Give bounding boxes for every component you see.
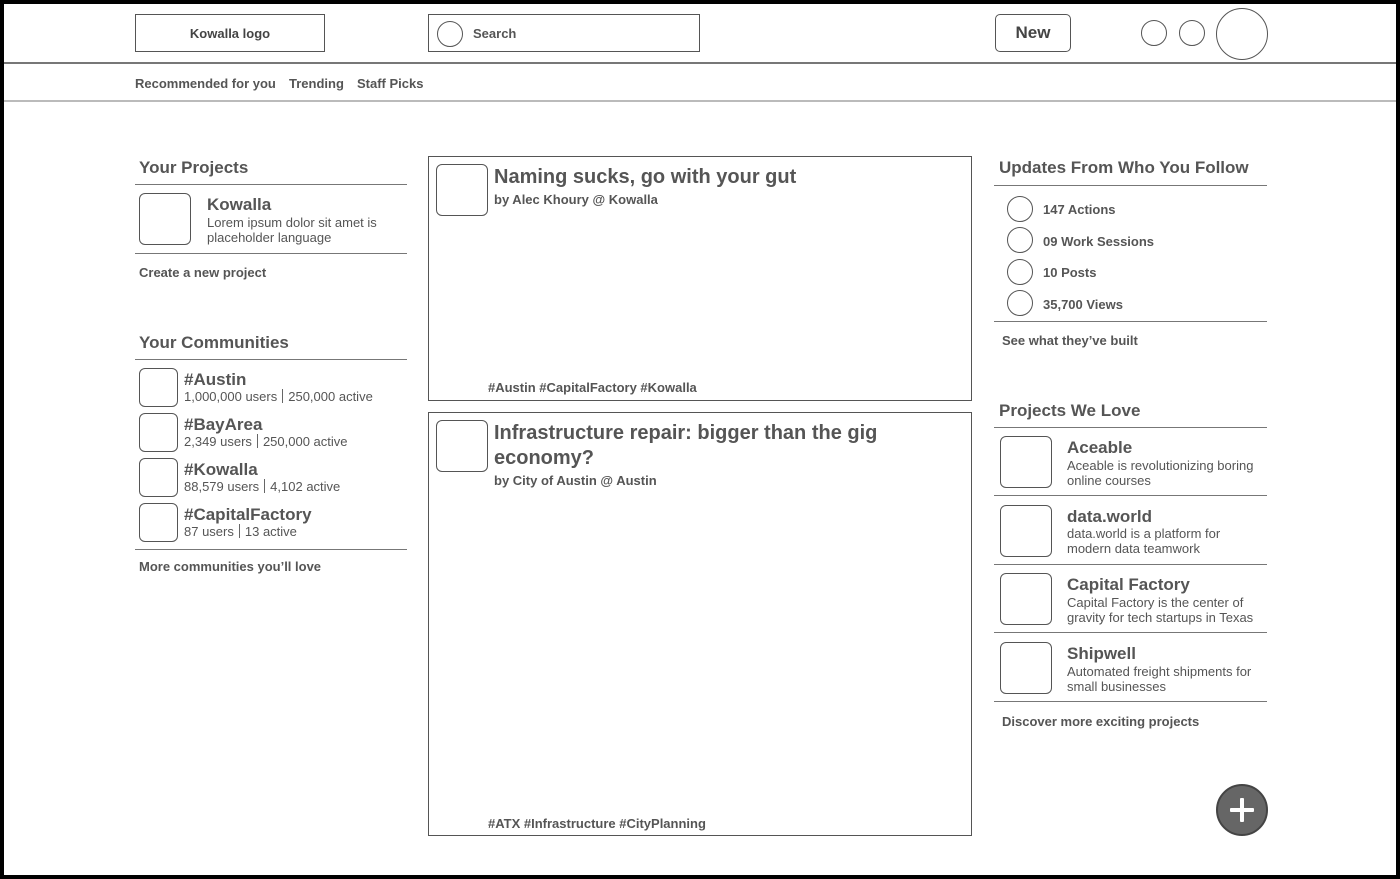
- divider: [135, 549, 407, 550]
- search-icon: [437, 21, 463, 47]
- community-thumbnail[interactable]: [139, 368, 178, 407]
- community-stats: 87 users 13 active: [184, 524, 297, 539]
- see-built-link[interactable]: See what they’ve built: [1002, 333, 1138, 348]
- community-users: 87 users: [184, 524, 234, 539]
- stat-work-sessions[interactable]: 09 Work Sessions: [1043, 234, 1154, 249]
- loved-thumbnail[interactable]: [1000, 505, 1052, 557]
- plus-icon: [1240, 798, 1244, 822]
- add-button[interactable]: [1216, 784, 1268, 836]
- posts-icon: [1007, 259, 1033, 285]
- notifications-icon[interactable]: [1141, 20, 1167, 46]
- sub-nav: Recommended for you Trending Staff Picks: [4, 65, 1396, 102]
- community-active: 13 active: [244, 524, 297, 539]
- community-active: 250,000 active: [262, 434, 348, 449]
- divider: [994, 185, 1267, 186]
- stat-actions[interactable]: 147 Actions: [1043, 202, 1116, 217]
- search-placeholder: Search: [473, 26, 517, 41]
- divider: [994, 701, 1267, 702]
- messages-icon[interactable]: [1179, 20, 1205, 46]
- post-card[interactable]: Infrastructure repair: bigger than the g…: [428, 412, 972, 836]
- work-sessions-icon: [1007, 227, 1033, 253]
- divider: [135, 359, 407, 360]
- new-button[interactable]: New: [995, 14, 1071, 52]
- loved-name[interactable]: data.world: [1067, 507, 1152, 527]
- loved-name[interactable]: Capital Factory: [1067, 575, 1190, 595]
- more-communities-link[interactable]: More communities you’ll love: [139, 559, 321, 574]
- post-title-line2[interactable]: economy?: [494, 446, 594, 471]
- community-name[interactable]: #CapitalFactory: [184, 505, 312, 525]
- tab-staff-picks[interactable]: Staff Picks: [357, 76, 423, 91]
- divider: [135, 253, 407, 254]
- community-stats: 2,349 users 250,000 active: [184, 434, 348, 449]
- stat-views[interactable]: 35,700 Views: [1043, 297, 1123, 312]
- project-desc-line2: placeholder language: [207, 230, 332, 245]
- community-thumbnail[interactable]: [139, 413, 178, 452]
- loved-desc-line2: online courses: [1067, 473, 1151, 488]
- loved-desc-line1: data.world is a platform for: [1067, 526, 1221, 541]
- top-bar: Kowalla logo Search New: [4, 4, 1396, 64]
- community-name[interactable]: #BayArea: [184, 415, 262, 435]
- post-thumbnail[interactable]: [436, 420, 488, 472]
- divider: [135, 184, 407, 185]
- post-card[interactable]: Naming sucks, go with your gut by Alec K…: [428, 156, 972, 401]
- separator: [282, 389, 284, 403]
- loved-thumbnail[interactable]: [1000, 436, 1052, 488]
- post-byline: by City of Austin @ Austin: [494, 473, 657, 488]
- community-active: 250,000 active: [288, 389, 373, 404]
- community-name[interactable]: #Austin: [184, 370, 246, 390]
- post-title-line1[interactable]: Infrastructure repair: bigger than the g…: [494, 421, 877, 446]
- divider: [994, 321, 1267, 322]
- discover-projects-link[interactable]: Discover more exciting projects: [1002, 714, 1199, 729]
- divider: [994, 427, 1267, 428]
- community-users: 88,579 users: [184, 479, 260, 494]
- divider: [994, 564, 1267, 565]
- loved-name[interactable]: Aceable: [1067, 438, 1132, 458]
- views-icon: [1007, 290, 1033, 316]
- loved-thumbnail[interactable]: [1000, 573, 1052, 625]
- logo[interactable]: Kowalla logo: [135, 14, 325, 52]
- loved-name[interactable]: Shipwell: [1067, 644, 1136, 664]
- search-input[interactable]: Search: [428, 14, 700, 52]
- divider: [994, 632, 1267, 633]
- community-stats: 88,579 users 4,102 active: [184, 479, 340, 494]
- create-project-link[interactable]: Create a new project: [139, 265, 266, 280]
- actions-icon: [1007, 196, 1033, 222]
- project-desc-line1: Lorem ipsum dolor sit amet is: [207, 215, 377, 230]
- loved-desc-line1: Automated freight shipments for: [1067, 664, 1252, 679]
- updates-title: Updates From Who You Follow: [999, 158, 1249, 177]
- post-tags[interactable]: #Austin #CapitalFactory #Kowalla: [488, 380, 697, 395]
- community-stats: 1,000,000 users 250,000 active: [184, 389, 373, 404]
- community-thumbnail[interactable]: [139, 503, 178, 542]
- tab-trending[interactable]: Trending: [289, 76, 344, 91]
- projects-title: Your Projects: [139, 158, 249, 177]
- post-byline: by Alec Khoury @ Kowalla: [494, 192, 658, 207]
- page-frame: Kowalla logo Search New Recommended for …: [4, 4, 1396, 875]
- loved-desc-line2: modern data teamwork: [1067, 541, 1200, 556]
- loved-desc-line1: Capital Factory is the center of: [1067, 595, 1244, 610]
- project-name[interactable]: Kowalla: [207, 195, 271, 215]
- communities-title: Your Communities: [139, 333, 289, 352]
- post-title[interactable]: Naming sucks, go with your gut: [494, 165, 796, 190]
- stat-posts[interactable]: 10 Posts: [1043, 265, 1096, 280]
- post-tags[interactable]: #ATX #Infrastructure #CityPlanning: [488, 816, 706, 831]
- loved-title: Projects We Love: [999, 401, 1141, 420]
- project-thumbnail[interactable]: [139, 193, 191, 245]
- community-active: 4,102 active: [270, 479, 341, 494]
- community-users: 2,349 users: [184, 434, 252, 449]
- separator: [238, 524, 240, 538]
- avatar[interactable]: [1216, 8, 1268, 60]
- loved-desc-line2: small businesses: [1067, 679, 1166, 694]
- community-users: 1,000,000 users: [184, 389, 278, 404]
- separator: [264, 479, 266, 493]
- separator: [256, 434, 258, 448]
- tab-recommended[interactable]: Recommended for you: [135, 76, 276, 91]
- loved-thumbnail[interactable]: [1000, 642, 1052, 694]
- loved-desc-line2: gravity for tech startups in Texas: [1067, 610, 1254, 625]
- community-thumbnail[interactable]: [139, 458, 178, 497]
- community-name[interactable]: #Kowalla: [184, 460, 258, 480]
- divider: [994, 495, 1267, 496]
- loved-desc-line1: Aceable is revolutionizing boring: [1067, 458, 1254, 473]
- post-thumbnail[interactable]: [436, 164, 488, 216]
